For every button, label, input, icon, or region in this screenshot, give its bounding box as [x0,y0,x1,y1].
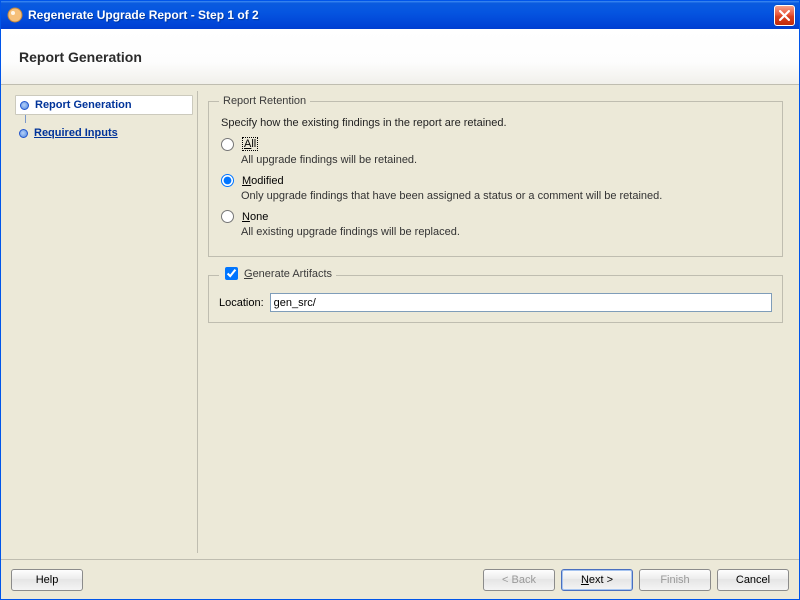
retention-none-label[interactable]: None [242,211,268,223]
step-nav: Report Generation Required Inputs [9,91,197,553]
nav-step-report-generation[interactable]: Report Generation [15,95,193,115]
retention-modified-row: Modified [219,174,772,187]
page-title: Report Generation [19,49,142,65]
close-icon [779,10,790,21]
close-button[interactable] [774,5,795,26]
nav-step-required-inputs[interactable]: Required Inputs [15,123,193,143]
retention-all-label[interactable]: All [242,137,258,151]
step-bullet-icon [19,129,28,138]
location-row: Location: [219,293,772,312]
retention-none-row: None [219,210,772,223]
nav-step-label: Report Generation [35,99,132,111]
header-banner: Report Generation [1,29,799,85]
report-retention-legend: Report Retention [219,95,310,107]
content-pane: Report Retention Specify how the existin… [197,91,791,553]
app-icon [7,7,23,23]
retention-all-desc: All upgrade findings will be retained. [241,154,772,166]
retention-intro: Specify how the existing findings in the… [221,117,770,129]
retention-modified-radio[interactable] [221,174,234,187]
help-button[interactable]: Help [11,569,83,591]
retention-none-desc: All existing upgrade findings will be re… [241,226,772,238]
retention-none-radio[interactable] [221,210,234,223]
generate-artifacts-group: Generate Artifacts Location: [208,267,783,323]
location-label: Location: [219,297,264,309]
step-connector-icon [25,115,26,123]
location-input[interactable] [270,293,772,312]
window-title: Regenerate Upgrade Report - Step 1 of 2 [28,8,774,22]
generate-artifacts-label[interactable]: Generate Artifacts [244,268,332,280]
next-button[interactable]: Next > [561,569,633,591]
retention-modified-label[interactable]: Modified [242,175,284,187]
wizard-footer: Help < Back Next > Finish Cancel [1,559,799,599]
wizard-body: Report Generation Required Inputs Report… [1,85,799,559]
finish-button[interactable]: Finish [639,569,711,591]
back-button[interactable]: < Back [483,569,555,591]
nav-step-label: Required Inputs [34,127,118,139]
cancel-button[interactable]: Cancel [717,569,789,591]
wizard-window: Regenerate Upgrade Report - Step 1 of 2 … [0,0,800,600]
retention-all-row: All [219,137,772,151]
generate-artifacts-checkbox[interactable] [225,267,238,280]
report-retention-group: Report Retention Specify how the existin… [208,95,783,257]
retention-all-radio[interactable] [221,138,234,151]
retention-modified-desc: Only upgrade findings that have been ass… [241,190,772,202]
titlebar: Regenerate Upgrade Report - Step 1 of 2 [1,1,799,29]
step-bullet-icon [20,101,29,110]
